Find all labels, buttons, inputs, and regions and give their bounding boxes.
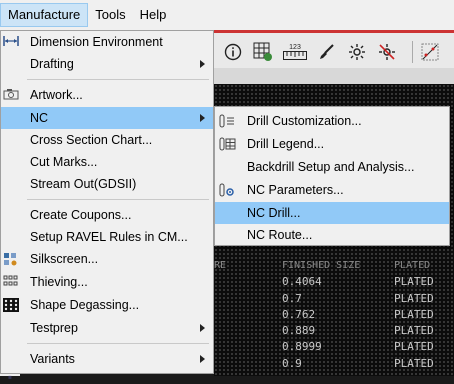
menubar: Manufacture Tools Help (0, 0, 454, 30)
menu-item-drill-customization[interactable]: Drill Customization... (215, 110, 449, 132)
menu-item-nc-route[interactable]: NC Route... (215, 224, 449, 246)
menu-item-stream-out[interactable]: Stream Out(GDSII) (1, 173, 213, 195)
table-cell: PLATED (394, 324, 434, 338)
menu-item-variants[interactable]: Variants (1, 348, 213, 370)
ruler-icon[interactable]: 123 (282, 41, 308, 63)
info-icon[interactable] (222, 41, 244, 63)
menu-manufacture[interactable]: Manufacture (0, 3, 89, 27)
menu-item-label: Thieving... (30, 275, 88, 289)
menu-item-label: Backdrill Setup and Analysis... (247, 160, 415, 174)
menu-item-label: Drill Customization... (247, 114, 362, 128)
header-cell: PLATED (394, 260, 431, 271)
submenu-arrow-icon (200, 60, 205, 68)
drill-legend-icon (218, 137, 236, 151)
silkscreen-icon (2, 252, 19, 266)
drill-custom-icon (218, 114, 235, 128)
menu-item-nc-drill[interactable]: NC Drill... (215, 202, 449, 224)
table-row: 0.889 PLATED (214, 323, 454, 339)
table-cell: PLATED (394, 340, 434, 354)
sun-off-icon[interactable] (376, 41, 398, 63)
menu-separator (27, 343, 209, 344)
menu-item-label: Stream Out(GDSII) (30, 177, 137, 191)
submenu-arrow-icon (200, 324, 205, 332)
table-cell: PLATED (394, 307, 434, 321)
menu-item-label: Cut Marks... (30, 155, 98, 169)
menu-separator (27, 79, 209, 80)
submenu-arrow-icon (200, 114, 205, 122)
drill-table-header: RE FINISHED SIZE PLATED (214, 258, 454, 274)
menu-help[interactable]: Help (133, 4, 174, 26)
menu-item-label: NC (30, 111, 49, 125)
table-cell: 0.762 (282, 307, 316, 321)
menu-item-cross-section-chart[interactable]: Cross Section Chart... (1, 129, 213, 151)
grid-info-icon[interactable] (252, 41, 274, 63)
table-row: 0.7 PLATED (214, 291, 454, 307)
menu-item-cut-marks[interactable]: Cut Marks... (1, 151, 213, 173)
table-cell: 0.8999 (282, 340, 322, 354)
table-cell: PLATED (394, 291, 434, 305)
canvas-header-strip (214, 68, 454, 84)
camera-icon (2, 88, 19, 102)
ruler-text: 123 (289, 44, 301, 51)
menu-item-label: Cross Section Chart... (30, 133, 153, 147)
main-toolbar: 123 (214, 30, 454, 71)
menu-item-label: NC Parameters... (247, 183, 344, 197)
drill-table: RE FINISHED SIZE PLATED 0.4064 PLATED 0.… (214, 258, 454, 372)
degassing-icon (2, 298, 19, 312)
scatter-icon[interactable] (412, 41, 441, 63)
menu-item-label: NC Drill... (247, 206, 301, 220)
menu-item-label: Setup RAVEL Rules in CM... (30, 230, 188, 244)
menu-item-label: Testprep (30, 321, 78, 335)
table-cell: PLATED (394, 356, 434, 370)
menu-tools[interactable]: Tools (88, 4, 132, 26)
table-cell: 0.4064 (282, 275, 322, 289)
table-row: 0.9 PLATED (214, 356, 454, 372)
menu-item-label: Artwork... (30, 88, 83, 102)
table-cell: 0.889 (282, 324, 316, 338)
menu-item-drill-legend[interactable]: Drill Legend... (215, 133, 449, 155)
menu-item-label: Drill Legend... (247, 137, 325, 151)
header-cell: RE (214, 260, 227, 271)
menu-item-setup-ravel-rules[interactable]: Setup RAVEL Rules in CM... (1, 226, 213, 248)
brush-icon[interactable] (316, 41, 338, 63)
menu-item-label: Dimension Environment (30, 35, 163, 49)
sun-icon[interactable] (346, 41, 368, 63)
nc-submenu: Drill Customization... Drill Legend... B… (214, 106, 450, 246)
menu-item-drafting[interactable]: Drafting (1, 53, 213, 75)
table-cell: 0.7 (282, 291, 302, 305)
submenu-arrow-icon (200, 355, 205, 363)
thieving-icon (2, 275, 19, 289)
table-row: 0.762 PLATED (214, 307, 454, 323)
menu-item-nc[interactable]: NC (1, 107, 213, 129)
menu-item-backdrill-setup[interactable]: Backdrill Setup and Analysis... (215, 156, 449, 178)
menu-item-label: NC Route... (247, 228, 313, 242)
menu-item-silkscreen[interactable]: Silkscreen... (1, 248, 213, 270)
menu-item-dimension-environment[interactable]: Dimension Environment (1, 31, 213, 53)
table-cell: PLATED (394, 275, 434, 289)
menu-item-label: Silkscreen... (30, 252, 99, 266)
menu-item-label: Variants (30, 352, 75, 366)
menu-item-thieving[interactable]: Thieving... (1, 271, 213, 293)
menu-separator (27, 199, 209, 200)
table-row: 0.8999 PLATED (214, 339, 454, 355)
menu-item-artwork[interactable]: Artwork... (1, 84, 213, 106)
menu-item-create-coupons[interactable]: Create Coupons... (1, 204, 213, 226)
menu-item-label: Drafting (30, 57, 74, 71)
table-cell: 0.9 (282, 356, 302, 370)
menu-item-label: Create Coupons... (30, 208, 132, 222)
menu-item-label: Shape Degassing... (30, 298, 140, 312)
nc-params-icon (218, 183, 235, 197)
table-row: 0.4064 PLATED (214, 274, 454, 290)
menu-item-shape-degassing[interactable]: Shape Degassing... (1, 294, 213, 316)
menu-item-testprep[interactable]: Testprep (1, 317, 213, 339)
header-cell: FINISHED SIZE (282, 260, 361, 271)
dimension-icon (2, 35, 19, 49)
menu-item-nc-parameters[interactable]: NC Parameters... (215, 179, 449, 201)
manufacture-menu: Dimension Environment Drafting Artwork..… (0, 30, 214, 374)
